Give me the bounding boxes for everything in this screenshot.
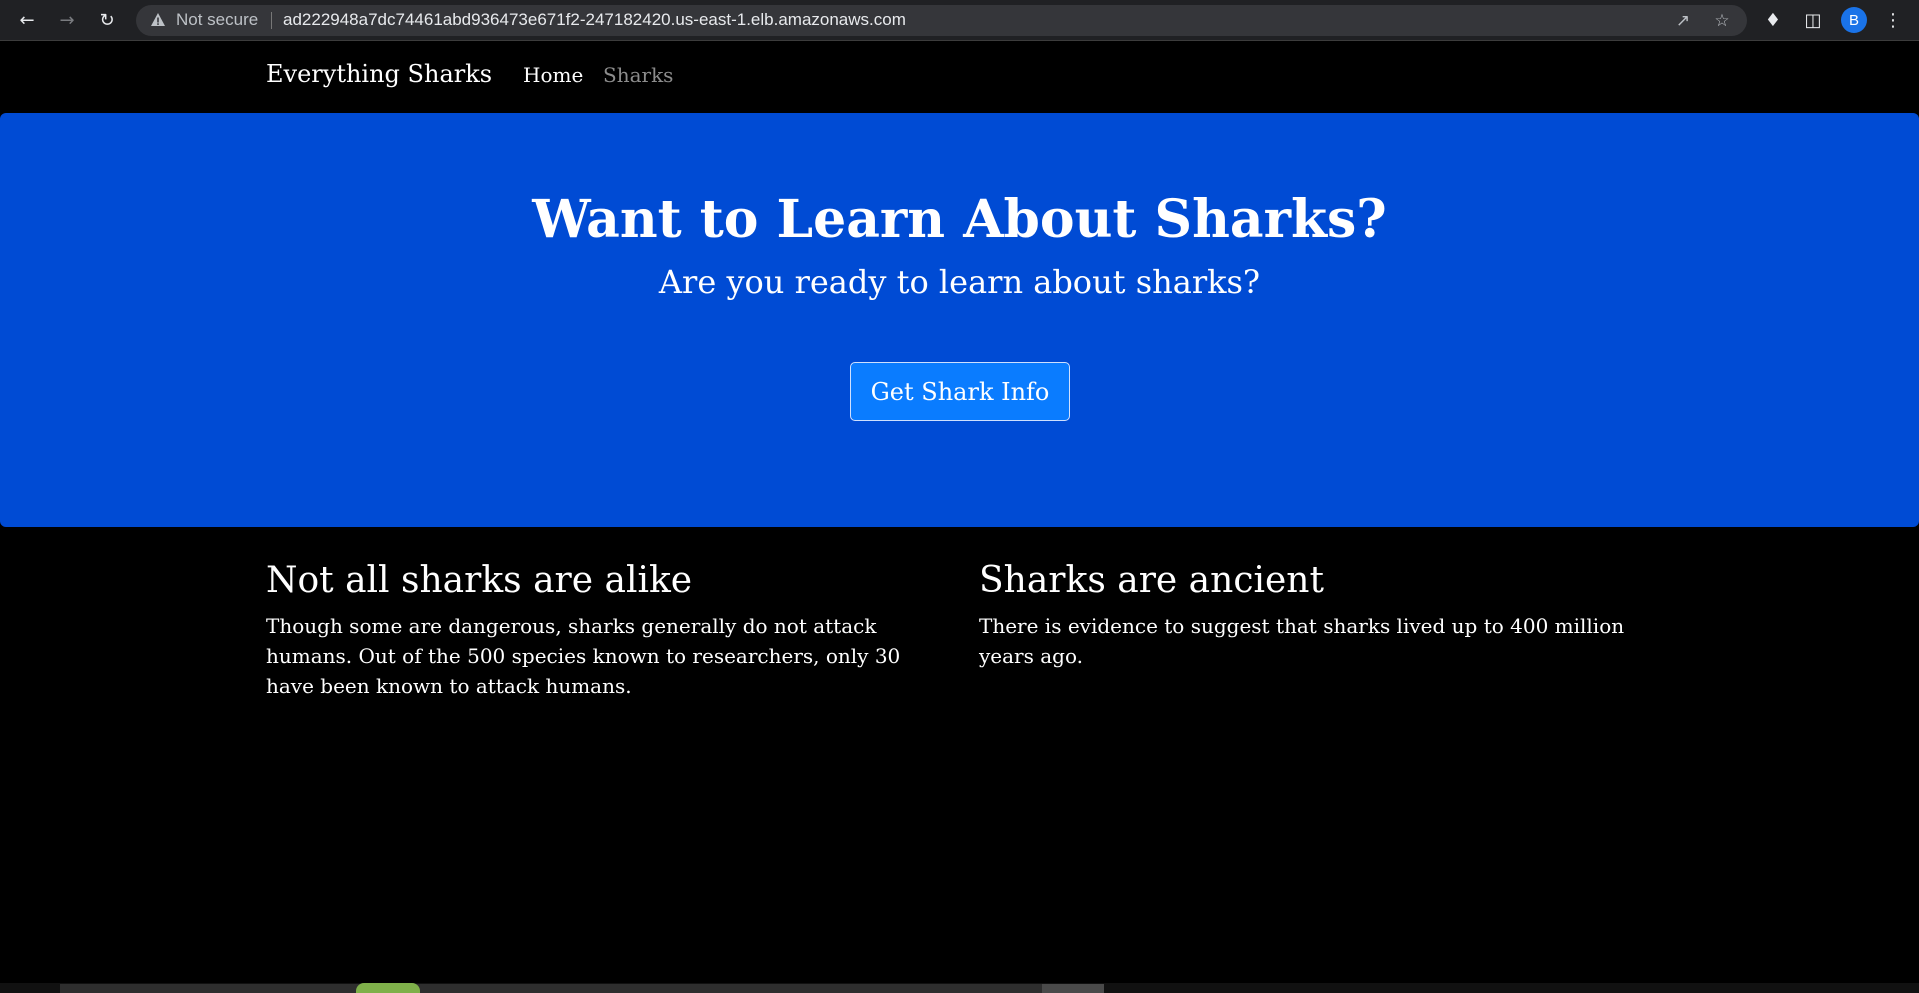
back-button[interactable]: ← xyxy=(13,6,41,34)
hero-banner: Want to Learn About Sharks? Are you read… xyxy=(0,113,1919,527)
more-menu-icon[interactable]: ⋮ xyxy=(1880,7,1906,33)
partial-image xyxy=(356,983,420,993)
side-panel-icon[interactable]: ◫ xyxy=(1800,7,1826,33)
share-icon[interactable]: ↗ xyxy=(1672,10,1694,32)
address-bar[interactable]: Not secure ad222948a7dc74461abd936473e67… xyxy=(136,5,1747,36)
arrow-right-icon: → xyxy=(59,9,75,31)
nav-link-home[interactable]: Home xyxy=(523,63,583,87)
reload-icon: ↻ xyxy=(99,9,115,31)
profile-avatar[interactable]: B xyxy=(1841,7,1867,33)
horizontal-scrollbar-track[interactable] xyxy=(60,984,1100,993)
brand-link[interactable]: Everything Sharks xyxy=(266,60,492,88)
info-section-ancient: Sharks are ancient There is evidence to … xyxy=(979,560,1649,671)
extensions-icon[interactable]: ♦ xyxy=(1760,7,1786,33)
site-navbar: Everything Sharks Home Sharks xyxy=(0,42,1919,112)
arrow-left-icon: ← xyxy=(19,9,35,31)
hero-subtitle: Are you ready to learn about sharks? xyxy=(658,263,1261,301)
section-body: Though some are dangerous, sharks genera… xyxy=(266,614,901,698)
address-separator xyxy=(271,12,272,29)
nav-link-sharks[interactable]: Sharks xyxy=(603,63,673,87)
url-text[interactable]: ad222948a7dc74461abd936473e671f2-2471824… xyxy=(283,10,906,30)
warning-icon xyxy=(151,13,165,26)
forward-button[interactable]: → xyxy=(53,6,81,34)
security-status[interactable]: Not secure xyxy=(176,10,258,30)
info-section-alike: Not all sharks are alike Though some are… xyxy=(266,560,936,701)
section-body: There is evidence to suggest that sharks… xyxy=(979,614,1625,668)
horizontal-scrollbar-thumb[interactable] xyxy=(1042,984,1104,993)
hero-title: Want to Learn About Sharks? xyxy=(532,189,1387,250)
section-heading: Not all sharks are alike xyxy=(266,560,693,601)
section-heading: Sharks are ancient xyxy=(979,560,1324,601)
get-shark-info-button[interactable]: Get Shark Info xyxy=(850,362,1070,421)
browser-toolbar: ← → ↻ Not secure ad222948a7dc74461abd936… xyxy=(0,0,1919,41)
bookmark-star-icon[interactable]: ☆ xyxy=(1711,10,1733,32)
reload-button[interactable]: ↻ xyxy=(93,6,121,34)
